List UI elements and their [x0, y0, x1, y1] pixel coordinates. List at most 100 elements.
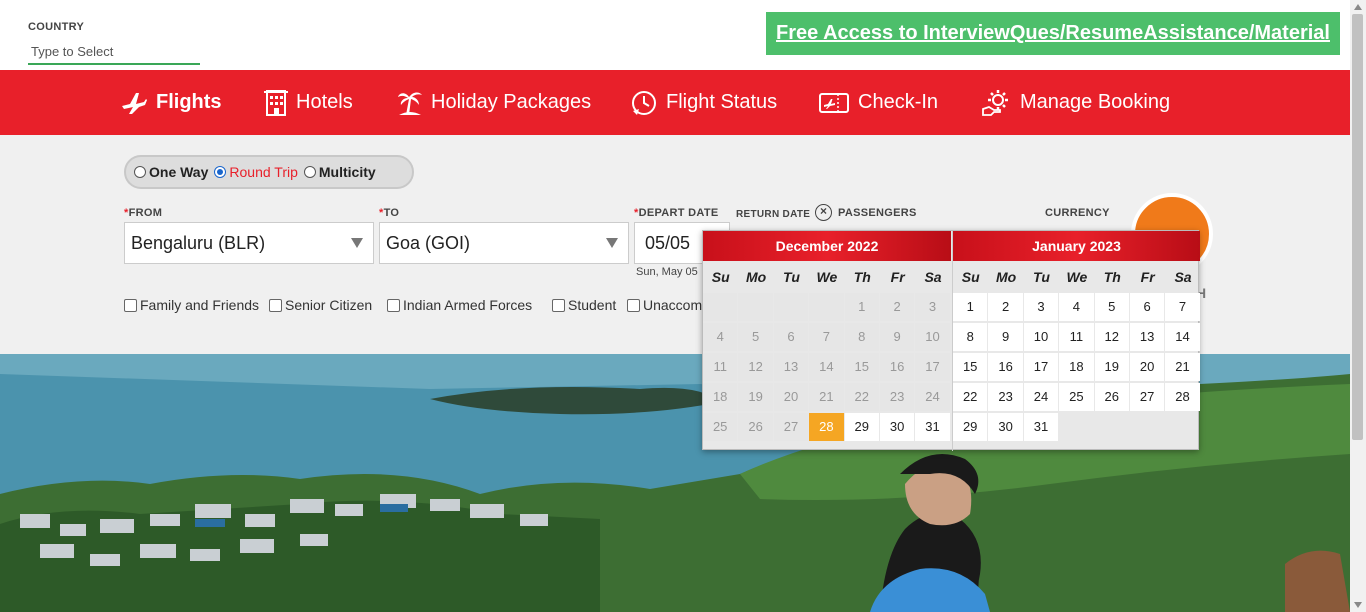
weekday-label: Fr [890, 269, 905, 285]
option-senior[interactable]: Senior Citizen [269, 297, 372, 313]
country-input[interactable] [28, 40, 200, 65]
calendar-day: 26 [738, 413, 773, 441]
day-grid: 1 2 3 4 5 6 7 8 9 10 11 12 13 14 15 16 17 18 19 20 21 22 23 24 2… [703, 293, 951, 443]
nav-item-check-in[interactable]: Check-In [818, 70, 938, 135]
promo-link[interactable]: Free Access to InterviewQues/ResumeAssis… [766, 12, 1340, 55]
calendar-day: 21 [809, 383, 844, 411]
calendar-day[interactable]: 29 [844, 413, 879, 441]
calendar-day[interactable]: 26 [1094, 383, 1129, 411]
radio-checked-icon [214, 166, 227, 178]
calendar-day[interactable]: 31 [1023, 413, 1059, 441]
calendar-day[interactable]: 19 [1094, 353, 1129, 381]
scroll-down-icon[interactable] [1354, 602, 1362, 608]
nav-item-flight-status[interactable]: Flight Status [630, 70, 777, 135]
to-value: Goa (GOI) [386, 232, 471, 253]
palm-tree-icon [398, 91, 422, 115]
weekday-label: Mo [995, 269, 1017, 285]
calendar-day[interactable]: 28 [1165, 383, 1200, 411]
calendar-day: 11 [703, 353, 738, 381]
calendar-day[interactable]: 25 [1059, 383, 1094, 411]
radio-icon [303, 166, 316, 178]
calendar-day[interactable]: 7 [1165, 293, 1200, 321]
calendar-day[interactable]: 21 [1165, 353, 1200, 381]
weekday-label: Th [1103, 269, 1121, 285]
calendar-day: 19 [738, 383, 773, 411]
nav-item-manage-booking[interactable]: Manage Booking [982, 70, 1170, 135]
option-unaccompanied[interactable]: Unaccom [627, 297, 702, 313]
calendar-day[interactable]: 11 [1059, 323, 1094, 351]
page-scrollbar[interactable] [1350, 0, 1366, 612]
calendar-day[interactable]: 20 [1129, 353, 1165, 381]
calendar-day[interactable]: 22 [953, 383, 988, 411]
calendar-day: 22 [844, 383, 879, 411]
checkbox-icon [124, 298, 137, 312]
calendar-day[interactable]: 31 [915, 413, 950, 441]
trip-round-trip[interactable]: Round Trip [214, 164, 298, 180]
calendar-day[interactable]: 5 [1094, 293, 1129, 321]
clock-plane-icon [632, 90, 656, 115]
calendar-day: 27 [773, 413, 809, 441]
trip-one-way-label: One Way [149, 164, 209, 180]
trip-one-way[interactable]: One Way [134, 164, 208, 180]
nav-item-holiday-packages[interactable]: Holiday Packages [397, 70, 591, 135]
calendar-day[interactable]: 9 [988, 323, 1023, 351]
calendar-day[interactable]: 30 [988, 413, 1023, 441]
currency-label: CURRENCY [1045, 207, 1110, 219]
weekday-label: Su [961, 269, 980, 285]
nav-label: Check-In [858, 91, 939, 113]
weekday-label: We [1066, 269, 1088, 285]
calendar-day: 8 [844, 323, 879, 351]
country-label: COUNTRY [28, 21, 85, 33]
calendar-day[interactable]: 30 [879, 413, 915, 441]
nav-item-flights[interactable]: Flights [120, 70, 222, 135]
nav-item-hotels[interactable]: Hotels [264, 70, 353, 135]
calendar-day[interactable]: 13 [1129, 323, 1165, 351]
option-family[interactable]: Family and Friends [124, 297, 259, 313]
scroll-thumb[interactable] [1352, 14, 1363, 440]
calendar-day[interactable]: 24 [1023, 383, 1059, 411]
calendar-day[interactable]: 16 [988, 353, 1023, 381]
calendar-day: 6 [773, 323, 809, 351]
calendar-day: 24 [915, 383, 950, 411]
trip-multicity-label: Multicity [318, 164, 376, 180]
trip-round-trip-label: Round Trip [229, 164, 298, 180]
ticket-icon [819, 92, 849, 113]
close-icon[interactable]: × [815, 204, 832, 221]
calendar-day[interactable]: 2 [988, 293, 1023, 321]
calendar-day[interactable]: 1 [953, 293, 988, 321]
from-select[interactable]: Bengaluru (BLR) [124, 222, 374, 264]
scroll-up-icon[interactable] [1354, 4, 1362, 10]
calendar-day[interactable]: 6 [1129, 293, 1165, 321]
calendar-day[interactable]: 3 [1023, 293, 1059, 321]
day-empty [738, 293, 773, 321]
calendar-day: 14 [809, 353, 844, 381]
calendar-day[interactable]: 18 [1059, 353, 1094, 381]
calendar-day: 20 [773, 383, 809, 411]
weekday-label: Mo [745, 269, 767, 285]
calendar-day[interactable]: 28 [809, 413, 844, 441]
calendar-day[interactable]: 29 [953, 413, 988, 441]
plane-icon [122, 92, 147, 114]
option-student[interactable]: Student [552, 297, 616, 313]
calendar-day[interactable]: 12 [1094, 323, 1129, 351]
calendar-day[interactable]: 17 [1023, 353, 1059, 381]
nav-label: Flight Status [666, 91, 778, 113]
chevron-down-icon [351, 238, 363, 248]
option-armed-forces[interactable]: Indian Armed Forces [387, 297, 532, 313]
calendar-day[interactable]: 14 [1165, 323, 1200, 351]
calendar-day: 10 [915, 323, 950, 351]
calendar-day[interactable]: 10 [1023, 323, 1059, 351]
trip-multicity[interactable]: Multicity [303, 164, 376, 180]
to-select[interactable]: Goa (GOI) [379, 222, 629, 264]
from-value: Bengaluru (BLR) [131, 232, 266, 253]
calendar-day[interactable]: 23 [988, 383, 1023, 411]
calendar-day: 13 [773, 353, 809, 381]
calendar-day[interactable]: 4 [1059, 293, 1094, 321]
option-family-label: Family and Friends [140, 297, 260, 313]
checkbox-icon [387, 298, 400, 312]
calendar-day[interactable]: 15 [953, 353, 988, 381]
passengers-label: PASSENGERS [838, 207, 917, 219]
month-title: January 2023 [953, 231, 1200, 261]
calendar-day[interactable]: 27 [1129, 383, 1165, 411]
calendar-day[interactable]: 8 [953, 323, 988, 351]
